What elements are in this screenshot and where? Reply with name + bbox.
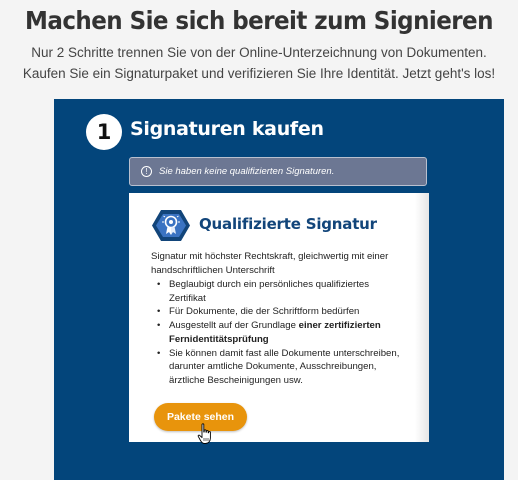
feature-list: Beglaubigt durch ein persönliches qualif… — [151, 278, 406, 388]
list-item: Ausgestellt auf der Grundlage einer zert… — [151, 319, 406, 346]
no-signatures-alert: ! Sie haben keine qualifizierten Signatu… — [129, 157, 427, 186]
step-number-badge: 1 — [86, 114, 122, 150]
certificate-badge-icon — [152, 210, 190, 241]
list-item: Sie können damit fast alle Dokumente unt… — [151, 347, 406, 388]
qualified-signature-card: Qualifizierte Signatur Signatur mit höch… — [129, 193, 429, 442]
feature-text: Ausgestellt auf der Grundlage — [169, 320, 299, 332]
info-icon: ! — [141, 166, 152, 177]
list-item: Beglaubigt durch ein persönliches qualif… — [151, 278, 406, 305]
list-item: Für Dokumente, die der Schriftform bedür… — [151, 305, 406, 319]
page-title: Machen Sie sich bereit zum Signieren — [25, 6, 493, 35]
card-scroll-shade — [415, 193, 429, 442]
card-description: Signatur mit höchster Rechtskraft, gleic… — [151, 251, 389, 276]
page-subtitle-line-2: Kaufen Sie ein Signaturpaket und verifiz… — [22, 66, 496, 81]
alert-message: Sie haben keine qualifizierten Signature… — [159, 166, 335, 177]
page-subtitle-line-1: Nur 2 Schritte trennen Sie von der Onlin… — [31, 45, 487, 60]
hand-cursor-icon — [197, 423, 211, 444]
card-title: Qualifizierte Signatur — [199, 215, 377, 233]
step-title: Signaturen kaufen — [130, 118, 324, 140]
